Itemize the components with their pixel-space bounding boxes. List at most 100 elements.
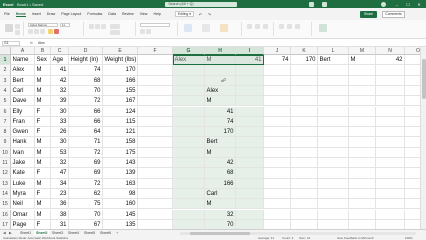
- cell-g15[interactable]: [173, 199, 205, 210]
- cell-a8[interactable]: Gwen: [11, 127, 35, 138]
- tab-file[interactable]: File: [4, 12, 10, 16]
- cell-e11[interactable]: 143: [103, 158, 138, 169]
- row-header[interactable]: 1: [0, 55, 11, 66]
- tab-insert[interactable]: Insert: [32, 12, 41, 16]
- cell-n14[interactable]: [376, 188, 405, 200]
- feedback-link[interactable]: Give Feedback to Microsoft: [337, 236, 374, 240]
- underline-icon[interactable]: [40, 29, 45, 34]
- worksheet-grid[interactable]: A B C D E F G H I J K L M N O 1 Name Sex Age Height (in) Wei…: [0, 47, 426, 229]
- cell-d11[interactable]: 69: [69, 158, 103, 169]
- cell-h15[interactable]: M: [205, 199, 236, 210]
- cell-f8[interactable]: [138, 127, 173, 138]
- cell-d9[interactable]: 71: [69, 137, 103, 148]
- cell-g14[interactable]: [173, 188, 205, 200]
- cell-k4[interactable]: [291, 85, 318, 97]
- row-header[interactable]: 7: [0, 116, 11, 128]
- row-header[interactable]: 17: [0, 219, 11, 229]
- cell-h13[interactable]: 166: [205, 178, 236, 189]
- cell-b10[interactable]: M: [35, 147, 51, 158]
- column-header-n[interactable]: N: [376, 47, 405, 55]
- cell-d10[interactable]: 72: [69, 147, 103, 158]
- cell-i11[interactable]: [236, 158, 264, 169]
- cell-a5[interactable]: Dave: [11, 96, 35, 107]
- cell-k10[interactable]: [291, 147, 318, 158]
- cell-h10[interactable]: M: [205, 147, 236, 158]
- column-header-j[interactable]: J: [264, 47, 291, 55]
- cell-i10[interactable]: [236, 147, 264, 158]
- cell-m10[interactable]: [349, 147, 376, 158]
- cell-j9[interactable]: [264, 137, 291, 148]
- cell-c1[interactable]: Age: [51, 55, 69, 66]
- cell-k15[interactable]: [291, 199, 318, 210]
- cell-c11[interactable]: 32: [51, 158, 69, 169]
- row-header[interactable]: 4: [0, 85, 11, 97]
- cell-b1[interactable]: Sex: [35, 55, 51, 66]
- cell-d6[interactable]: 66: [69, 106, 103, 117]
- paste-options-icon[interactable]: ☍: [221, 78, 226, 84]
- font-name-select[interactable]: Aptos Narrow: [28, 23, 58, 27]
- column-header-m[interactable]: M: [349, 47, 376, 55]
- cell-d14[interactable]: 62: [69, 188, 103, 200]
- editing-mode-dropdown[interactable]: Editing ▾: [174, 11, 194, 17]
- cell-m4[interactable]: [349, 85, 376, 97]
- cell-f5[interactable]: [138, 96, 173, 107]
- cell-g7[interactable]: [173, 116, 205, 128]
- cell-l1[interactable]: Bert: [318, 55, 349, 66]
- row-header[interactable]: 10: [0, 147, 11, 158]
- cell-k6[interactable]: [291, 106, 318, 117]
- undo-icon[interactable]: ↶: [198, 12, 203, 17]
- formula-input[interactable]: Alex: [38, 41, 418, 46]
- cell-k14[interactable]: [291, 188, 318, 200]
- cell-a9[interactable]: Hank: [11, 137, 35, 148]
- cell-f9[interactable]: [138, 137, 173, 148]
- cell-b7[interactable]: F: [35, 116, 51, 128]
- cell-h4[interactable]: Alex: [205, 85, 236, 97]
- cell-j13[interactable]: [264, 178, 291, 189]
- cell-n9[interactable]: [376, 137, 405, 148]
- delete-cells-icon[interactable]: [255, 24, 260, 29]
- column-header-h[interactable]: H: [205, 47, 236, 55]
- font-size-select[interactable]: 11: [60, 23, 70, 27]
- column-header-i[interactable]: I: [236, 47, 264, 55]
- cell-e17[interactable]: 135: [103, 219, 138, 229]
- cell-c5[interactable]: 39: [51, 96, 69, 107]
- cell-e8[interactable]: 121: [103, 127, 138, 138]
- cell-c9[interactable]: 30: [51, 137, 69, 148]
- cell-c4[interactable]: 32: [51, 85, 69, 97]
- name-box[interactable]: G1: [2, 40, 20, 46]
- cell-b11[interactable]: M: [35, 158, 51, 169]
- row-header[interactable]: 13: [0, 178, 11, 189]
- cell-b5[interactable]: M: [35, 96, 51, 107]
- cell-j15[interactable]: [264, 199, 291, 210]
- wrap-text-icon[interactable]: [110, 24, 120, 29]
- cell-m12[interactable]: [349, 168, 376, 179]
- cell-d4[interactable]: 70: [69, 85, 103, 97]
- cell-l9[interactable]: [318, 137, 349, 148]
- cell-n6[interactable]: [376, 106, 405, 117]
- fx-icon[interactable]: fx: [30, 41, 33, 45]
- row-header[interactable]: 16: [0, 209, 11, 220]
- cell-f6[interactable]: [138, 106, 173, 117]
- cell-i9[interactable]: [236, 137, 264, 148]
- cell-g17[interactable]: [173, 219, 205, 229]
- cut-icon[interactable]: [15, 24, 20, 29]
- cell-a17[interactable]: Page: [11, 219, 35, 229]
- cell-e14[interactable]: 98: [103, 188, 138, 200]
- currency-icon[interactable]: [140, 29, 145, 34]
- cell-l5[interactable]: [318, 96, 349, 107]
- cell-j16[interactable]: [264, 209, 291, 220]
- cell-h14[interactable]: Carl: [205, 188, 236, 200]
- cell-a2[interactable]: Alex: [11, 65, 35, 76]
- cell-b12[interactable]: F: [35, 168, 51, 179]
- cell-b17[interactable]: F: [35, 219, 51, 229]
- cell-k1[interactable]: 170: [291, 55, 318, 66]
- cell-i17[interactable]: [236, 219, 264, 229]
- cell-e10[interactable]: 175: [103, 147, 138, 158]
- column-header-d[interactable]: D: [69, 47, 103, 55]
- merge-center-icon[interactable]: [110, 30, 120, 35]
- cell-n7[interactable]: [376, 116, 405, 128]
- cell-l3[interactable]: [318, 75, 349, 86]
- tab-data[interactable]: Data: [108, 12, 116, 16]
- cell-h2[interactable]: [205, 65, 236, 76]
- select-all-corner[interactable]: [0, 47, 11, 55]
